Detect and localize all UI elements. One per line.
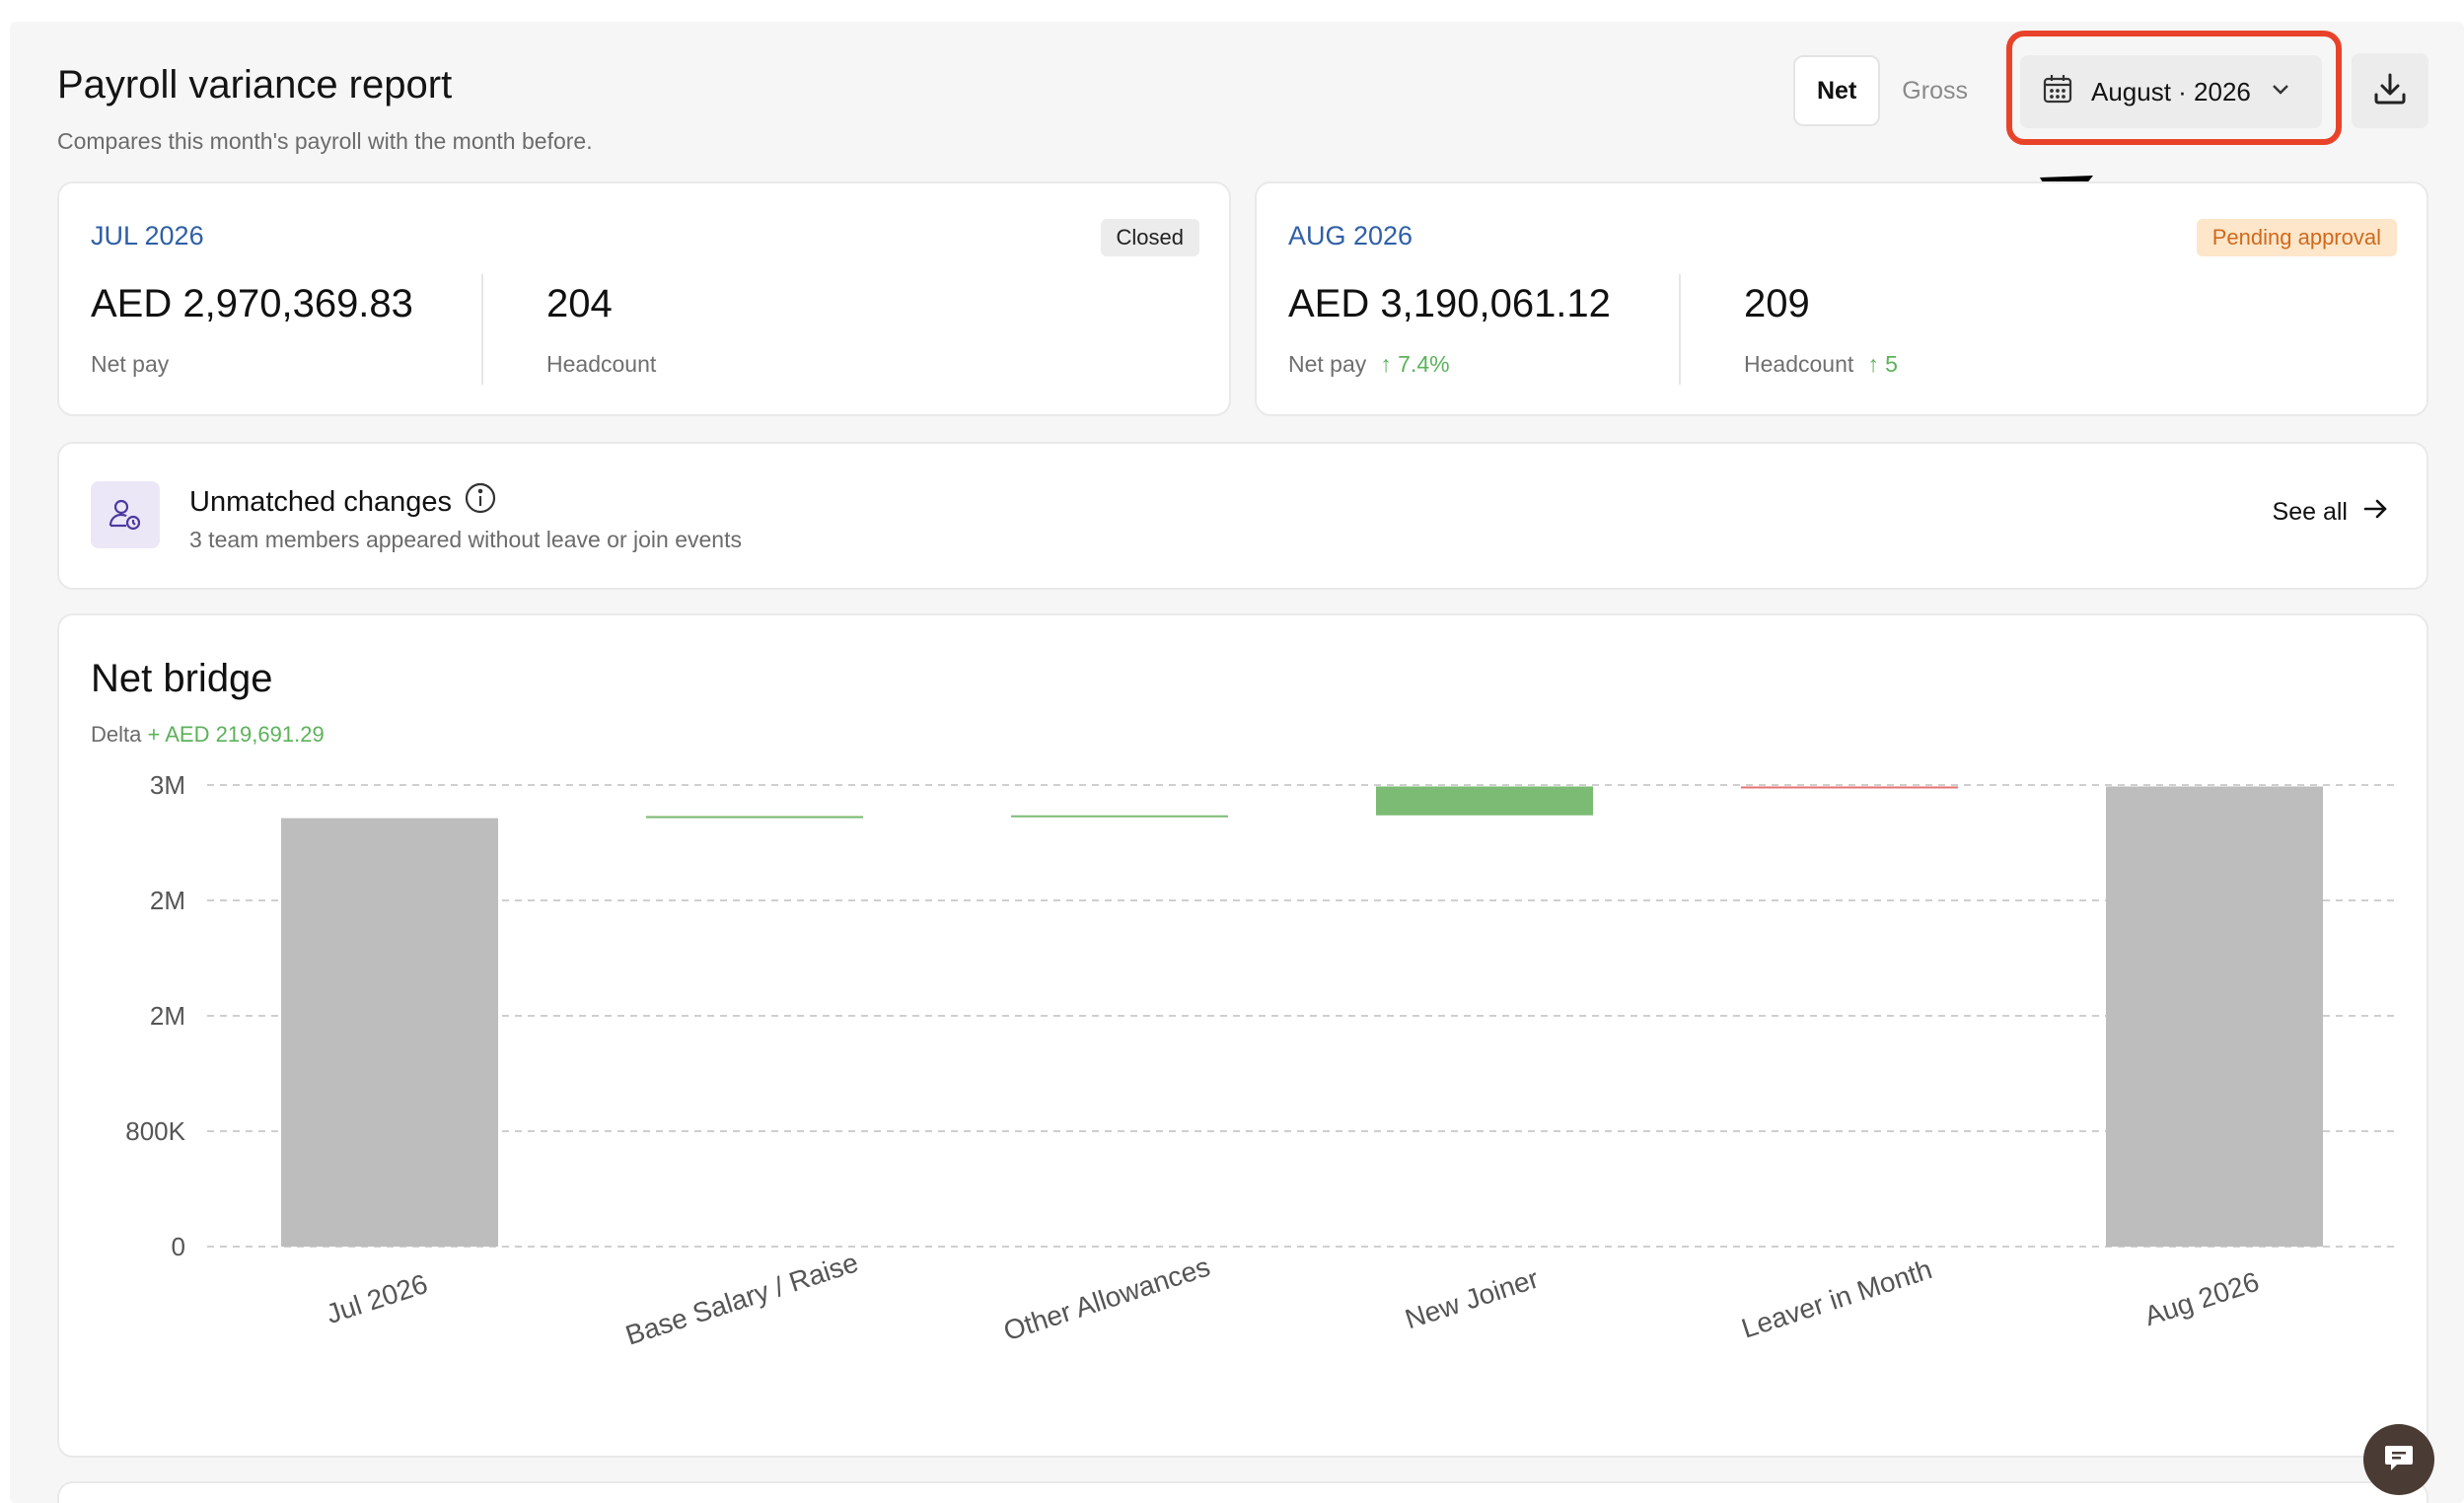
page-title: Payroll variance report bbox=[57, 63, 453, 107]
chat-icon bbox=[2382, 1441, 2416, 1479]
arrow-right-icon bbox=[2361, 495, 2389, 530]
x-tick-label: New Joiner bbox=[1402, 1263, 1543, 1335]
calendar-icon bbox=[2042, 73, 2073, 111]
headcount-value: 209 bbox=[1744, 282, 1810, 325]
x-tick-label: Jul 2026 bbox=[323, 1268, 431, 1329]
status-badge: Pending approval bbox=[2196, 219, 2397, 256]
net-pay-delta: ↑ 7.4% bbox=[1380, 351, 1450, 377]
unmatched-changes-card: Unmatched changes 3 team members appeare… bbox=[57, 442, 2428, 590]
next-section-card bbox=[57, 1481, 2428, 1503]
y-tick-label: 2M bbox=[150, 886, 185, 915]
page-subtitle: Compares this month's payroll with the m… bbox=[57, 128, 593, 154]
waterfall-chart: 3M 2M 2M 800K 0 Jul 2026 Base Salary / Raise Ot… bbox=[125, 770, 2397, 1351]
y-tick-label: 3M bbox=[150, 770, 185, 800]
info-icon[interactable] bbox=[464, 481, 497, 523]
bar-1 bbox=[646, 816, 863, 819]
bar-4 bbox=[1741, 786, 1958, 789]
x-tick-label: Leaver in Month bbox=[1738, 1253, 1936, 1344]
net-pay-value: AED 3,190,061.12 bbox=[1288, 282, 1611, 325]
status-badge: Closed bbox=[1100, 219, 1199, 256]
period-card-aug: AUG 2026 Pending approval AED 3,190,061.… bbox=[1255, 181, 2428, 416]
bar-3 bbox=[1376, 786, 1593, 816]
x-tick-label: Other Allowances bbox=[1000, 1252, 1214, 1347]
month-selector-label: August · 2026 bbox=[2091, 76, 2251, 107]
bar-5 bbox=[2106, 786, 2323, 1247]
bar-2 bbox=[1011, 815, 1228, 818]
y-tick-label: 2M bbox=[150, 1001, 185, 1031]
chevron-down-icon bbox=[2269, 77, 2292, 107]
divider bbox=[481, 274, 483, 385]
x-tick-label: Aug 2026 bbox=[2140, 1266, 2263, 1332]
see-all-link[interactable]: See all bbox=[2273, 495, 2389, 530]
divider bbox=[1679, 274, 1681, 385]
download-icon bbox=[2370, 69, 2410, 113]
net-pay-value: AED 2,970,369.83 bbox=[91, 282, 413, 325]
headcount-value: 204 bbox=[546, 282, 613, 325]
net-pay-label: Net pay bbox=[91, 351, 170, 377]
y-tick-label: 0 bbox=[172, 1232, 185, 1261]
headcount-label: Headcount bbox=[546, 351, 657, 377]
period-card-jul: JUL 2026 Closed AED 2,970,369.83 Net pay… bbox=[57, 181, 1231, 416]
period-label: AUG 2026 bbox=[1288, 221, 1413, 250]
net-toggle-button[interactable]: Net bbox=[1793, 55, 1881, 126]
net-gross-toggle: Net Gross bbox=[1793, 55, 2000, 126]
user-clock-icon bbox=[91, 481, 160, 548]
unmatched-title: Unmatched changes bbox=[189, 481, 497, 523]
download-button[interactable] bbox=[2352, 53, 2428, 128]
headcount-label: Headcount ↑ 5 bbox=[1744, 351, 1898, 377]
period-label: JUL 2026 bbox=[91, 221, 204, 250]
net-bridge-card: Net bridge Delta + AED 219,691.29 3M 2M 2M… bbox=[57, 613, 2428, 1458]
chat-button[interactable] bbox=[2363, 1424, 2434, 1495]
x-tick-label: Base Salary / Raise bbox=[621, 1247, 861, 1350]
headcount-delta: ↑ 5 bbox=[1867, 351, 1898, 377]
y-tick-label: 800K bbox=[125, 1116, 185, 1146]
month-selector[interactable]: August · 2026 bbox=[2020, 55, 2322, 128]
bar-0 bbox=[281, 818, 498, 1247]
gross-toggle-button[interactable]: Gross bbox=[1880, 55, 1990, 126]
net-pay-label: Net pay ↑ 7.4% bbox=[1288, 351, 1450, 377]
unmatched-subtitle: 3 team members appeared without leave or… bbox=[189, 527, 742, 552]
